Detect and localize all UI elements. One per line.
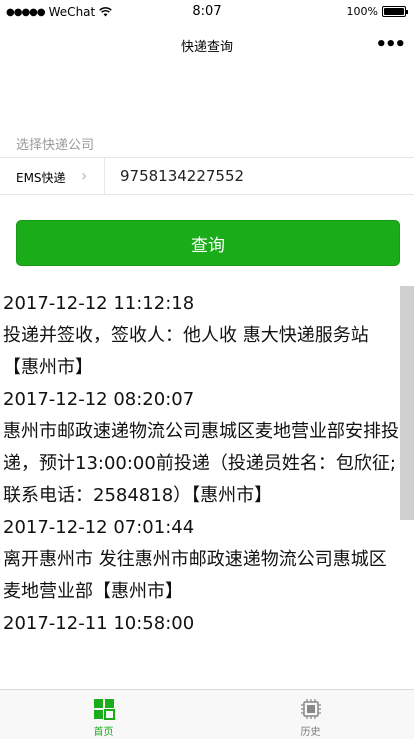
tab-history-label: 历史 xyxy=(300,727,321,738)
tab-history[interactable]: 历史 xyxy=(207,690,414,739)
query-button[interactable]: 查询 xyxy=(16,220,400,266)
tab-bar: 首页 历史 xyxy=(0,689,414,739)
page-title: 快递查询 xyxy=(180,40,233,55)
result-line: 2017-12-12 07:01:44 xyxy=(3,517,195,538)
tab-home-label: 首页 xyxy=(93,727,114,738)
result-line: 离开惠州市 发往惠州市邮政速递物流公司惠城区麦地营业部【惠州市】 xyxy=(3,549,387,602)
battery-icon xyxy=(382,6,408,17)
query-form-row: EMS快递 › xyxy=(0,157,414,195)
result-line: 投递并签收，签收人：他人收 惠大快递服务站【惠州市】 xyxy=(3,325,369,378)
chevron-right-icon[interactable]: › xyxy=(81,166,87,185)
status-bar: ●●●●● WeChat 8:07 100% xyxy=(0,0,414,26)
result-line: 2017-12-12 11:12:18 xyxy=(3,293,195,314)
result-line: 2017-12-11 10:58:00 xyxy=(3,613,195,634)
tracking-number-input[interactable] xyxy=(120,167,400,185)
result-line: 惠州市邮政速递物流公司惠城区麦地营业部安排投递，预计13:00:00前投递（投递… xyxy=(3,421,399,506)
navigation-bar: 快递查询 ••• xyxy=(0,26,414,64)
more-menu-icon[interactable]: ••• xyxy=(375,34,405,55)
result-line: 2017-12-12 08:20:07 xyxy=(3,389,195,410)
battery-percent: 100% xyxy=(346,5,378,18)
tracking-results: 2017-12-12 11:12:18 投递并签收，签收人：他人收 惠大快递服务… xyxy=(3,288,399,688)
home-grid-icon xyxy=(93,699,115,720)
tab-home[interactable]: 首页 xyxy=(0,690,207,739)
divider xyxy=(104,158,105,194)
company-picker[interactable]: EMS快递 xyxy=(16,169,66,186)
battery-area: 100% xyxy=(346,5,408,18)
scrollbar[interactable] xyxy=(400,286,414,520)
history-chip-icon xyxy=(300,699,321,719)
section-label: 选择快递公司 xyxy=(16,138,95,153)
